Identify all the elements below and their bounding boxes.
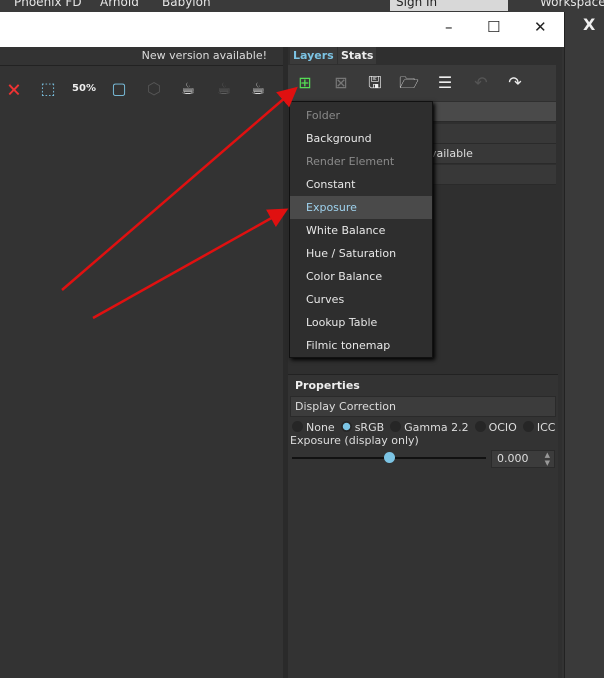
annotation-arrow xyxy=(92,208,289,320)
annotation-arrow xyxy=(61,86,298,291)
annotation-arrows xyxy=(61,86,298,320)
